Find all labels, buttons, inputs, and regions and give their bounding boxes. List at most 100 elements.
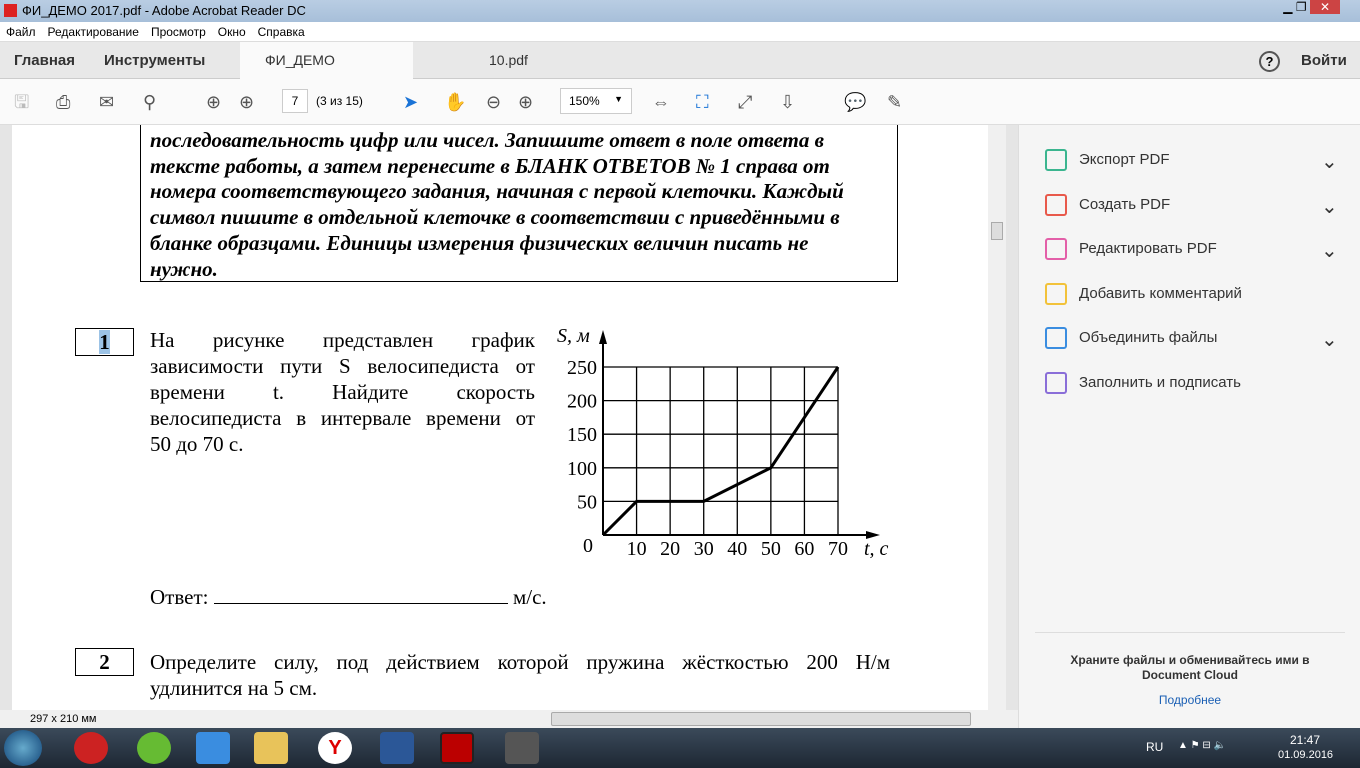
tab-home[interactable]: Главная: [14, 42, 75, 79]
text-line: удлинится на 5 см.: [150, 676, 318, 700]
chevron-down-icon[interactable]: ⌄: [1321, 194, 1338, 219]
menu-help[interactable]: Справка: [258, 25, 305, 39]
page-count: (3 из 15): [316, 94, 363, 108]
scrollbar-thumb[interactable]: [991, 222, 1003, 240]
help-icon[interactable]: ?: [1259, 51, 1280, 72]
horizontal-scrollbar[interactable]: [551, 712, 971, 726]
tray-icons[interactable]: ▲ ⚑ ⊟ 🔈: [1178, 740, 1226, 751]
answer-field[interactable]: [213, 586, 508, 604]
tool-item[interactable]: Добавить комментарий: [1079, 285, 1242, 302]
menu-file[interactable]: Файл: [6, 25, 36, 39]
x-tick-label: 30: [694, 538, 714, 560]
save-icon[interactable]: 🖫: [14, 91, 29, 113]
scroll-mode-icon[interactable]: ⇩: [780, 91, 795, 113]
select-cursor-icon[interactable]: ➤: [403, 91, 418, 113]
yandex-browser-icon[interactable]: Y: [318, 732, 352, 764]
toolbar: 🖫 ⎙ ✉ ⚲ ⊕ ⊕ 7 (3 из 15) ➤ ✋ ⊖ ⊕ 150% ▼ ⇔ …: [0, 79, 1360, 125]
x-tick-label: 40: [727, 538, 747, 560]
data-line: [601, 366, 840, 537]
menu-window[interactable]: Окно: [218, 25, 246, 39]
zoom-value: 150%: [569, 94, 600, 108]
clock-time: 21:47: [1290, 733, 1321, 747]
question-number-box: 2: [75, 648, 134, 676]
tab-document-2[interactable]: 10.pdf: [489, 42, 528, 79]
zoom-out-icon[interactable]: ⊖: [486, 91, 501, 113]
app-icon[interactable]: [74, 732, 108, 764]
vertical-scrollbar[interactable]: [988, 125, 1006, 710]
explorer-icon[interactable]: [254, 732, 288, 764]
media-player-icon[interactable]: [196, 732, 230, 764]
zoom-in-icon[interactable]: ⊕: [518, 91, 533, 113]
pdf-page: последовательность цифр или чисел. Запиш…: [12, 125, 988, 710]
chevron-down-icon[interactable]: ⌄: [1321, 327, 1338, 352]
answer-line: Ответ: м/с.: [150, 585, 547, 610]
answer-unit: м/с.: [512, 585, 547, 609]
word-icon[interactable]: [380, 732, 414, 764]
cloud-promo-text: Храните файлы и обменивайтесь ими в Docu…: [1070, 653, 1310, 682]
text-line: Определите силу, под действием которой п…: [150, 650, 890, 674]
close-icon[interactable]: ✕: [1309, 0, 1340, 14]
y-tick-label: 200: [567, 391, 597, 413]
window-title: ФИ_ДЕМО 2017.pdf - Adobe Acrobat Reader …: [22, 3, 306, 18]
next-page-icon[interactable]: ⊕: [239, 91, 254, 113]
tool-item[interactable]: Редактировать PDF: [1079, 240, 1217, 257]
chevron-down-icon[interactable]: ⌄: [1321, 238, 1338, 263]
tab-tools[interactable]: Инструменты: [104, 42, 205, 79]
window-controls[interactable]: ▁ ❐ ✕: [1250, 0, 1340, 18]
utorrent-icon[interactable]: [137, 732, 171, 764]
print-icon[interactable]: ⎙: [56, 91, 70, 113]
page-number-input[interactable]: 7: [282, 89, 308, 113]
distance-time-chart: 10 20 30 40 50 60 70 50 100 150 200 250 0 t, с S, м: [557, 325, 889, 560]
learn-more-link[interactable]: Подробнее: [1050, 693, 1330, 707]
fit-width-icon[interactable]: ⇔: [652, 91, 670, 113]
start-button[interactable]: [4, 730, 42, 766]
x-tick-label: 20: [660, 538, 680, 560]
acrobat-taskbar-icon[interactable]: [440, 732, 474, 764]
hand-tool-icon[interactable]: ✋: [444, 91, 466, 113]
tool-icon: [1045, 193, 1067, 216]
x-tick-label: 70: [828, 538, 848, 560]
x-tick-label: 50: [761, 538, 781, 560]
prev-page-icon[interactable]: ⊕: [206, 91, 221, 113]
tool-item[interactable]: Экспорт PDF: [1079, 151, 1170, 168]
tools-panel: Экспорт PDF ⌄ Создать PDF ⌄ Редактировать PD…: [1018, 125, 1360, 728]
menu-view[interactable]: Просмотр: [151, 25, 206, 39]
chevron-down-icon: ▼: [614, 94, 623, 104]
y-tick-label: 50: [577, 491, 597, 513]
page-size: 297 x 210 мм: [30, 713, 97, 725]
tool-icon: [1045, 327, 1067, 350]
fullscreen-icon[interactable]: ⤢: [738, 91, 752, 113]
answer-label: Ответ:: [150, 585, 209, 609]
tab-bar: Главная Инструменты ФИ_ДЕМО 2017.pdf✕ 10…: [0, 42, 1360, 105]
x-tick-label: 60: [794, 538, 814, 560]
tab-document-active[interactable]: ФИ_ДЕМО 2017.pdf✕: [240, 42, 413, 105]
y-axis-label: S, м: [557, 325, 590, 347]
recycle-bin-icon[interactable]: [505, 732, 539, 764]
y-tick-label: 250: [567, 357, 597, 379]
zoom-select[interactable]: 150% ▼: [560, 88, 632, 114]
origin-label: 0: [583, 535, 593, 557]
email-icon[interactable]: ✉: [99, 91, 114, 113]
tool-icon: [1045, 149, 1067, 171]
tool-icon: [1045, 282, 1067, 305]
tool-item[interactable]: Объединить файлы: [1079, 329, 1217, 346]
pen-icon[interactable]: ✎: [887, 91, 902, 113]
chevron-down-icon[interactable]: ⌄: [1321, 149, 1338, 174]
search-icon[interactable]: ⚲: [143, 91, 156, 113]
language-indicator[interactable]: RU: [1146, 740, 1163, 754]
clock-date: 01.09.2016: [1278, 749, 1334, 761]
tool-item[interactable]: Заполнить и подписать: [1079, 374, 1241, 391]
x-tick-label: 10: [627, 538, 647, 560]
menu-edit[interactable]: Редактирование: [48, 25, 139, 39]
y-tick-label: 100: [567, 458, 597, 480]
y-axis-arrow: [599, 330, 607, 344]
tool-icon: [1045, 238, 1067, 261]
comment-icon[interactable]: 💬: [844, 91, 866, 113]
tool-icon: [1045, 372, 1067, 394]
taskbar: Y RU ▲ ⚑ ⊟ 🔈 21:47 01.09.2016: [0, 728, 1360, 768]
tool-item[interactable]: Создать PDF: [1079, 196, 1170, 213]
fit-page-icon[interactable]: ⛶: [696, 91, 709, 113]
y-tick-label: 150: [567, 424, 597, 446]
sign-in-button[interactable]: Войти: [1301, 42, 1347, 79]
status-bar: 297 x 210 мм: [0, 710, 1018, 728]
